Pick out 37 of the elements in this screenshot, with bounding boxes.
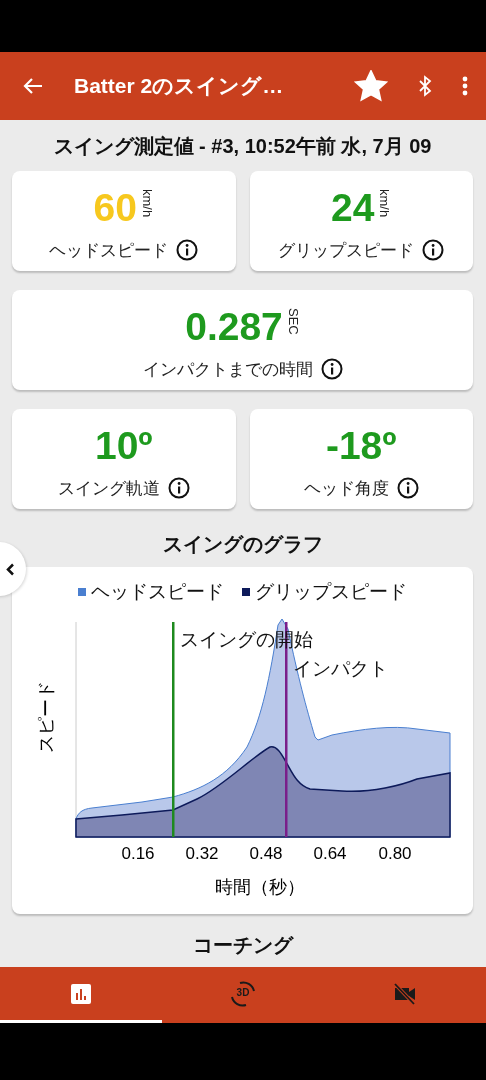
metric-label: ヘッドスピード: [49, 239, 169, 262]
metric-label: インパクトまでの時間: [142, 358, 313, 381]
metric-value: 60: [93, 184, 137, 231]
axis-tick-label: 0.48: [249, 844, 283, 864]
legend-label: ヘッドスピード: [91, 580, 224, 604]
info-icon[interactable]: [167, 477, 190, 499]
metric-value: 0.287: [185, 303, 283, 350]
metric-value: 10º: [94, 422, 153, 469]
axis-tick-label: 0.64: [313, 844, 347, 864]
info-icon[interactable]: [396, 477, 419, 499]
video-off-icon: [393, 982, 417, 1005]
chart-icon: [71, 983, 91, 1004]
metric-label: スイング軌道: [57, 477, 160, 500]
screen-title: Batter 2のスイング…: [74, 73, 285, 99]
page-heading: スイング測定値 - #3, 10:52午前 水, 7月 09: [52, 134, 433, 159]
axis-title: スピード: [35, 681, 57, 753]
bluetooth-icon: [418, 75, 432, 97]
unit-label: SEC: [285, 307, 300, 335]
axis-tick-label: 0.80: [378, 844, 412, 864]
metric-label: ヘッド角度: [303, 477, 389, 500]
menu-icon: [462, 75, 468, 97]
info-icon[interactable]: [320, 358, 343, 380]
legend-label: グリップスピード: [255, 580, 407, 604]
info-icon[interactable]: [422, 239, 445, 261]
info-icon[interactable]: [176, 239, 199, 261]
metric-value: -18º: [325, 422, 397, 469]
axis-tick-label: 0.16: [121, 844, 155, 864]
unit-label: km/h: [139, 188, 154, 217]
axis-tick-label: 0.32: [185, 844, 219, 864]
metric-label: グリップスピード: [278, 239, 415, 262]
chevron-left-icon: [6, 562, 15, 576]
metric-value: 24: [331, 184, 375, 231]
unit-label: km/h: [377, 188, 392, 217]
section-heading: コーチング: [191, 933, 295, 958]
marker-label: インパクト: [293, 657, 388, 681]
chart-title: スイングのグラフ: [161, 532, 324, 557]
axis-title: 時間（秒）: [215, 876, 305, 899]
